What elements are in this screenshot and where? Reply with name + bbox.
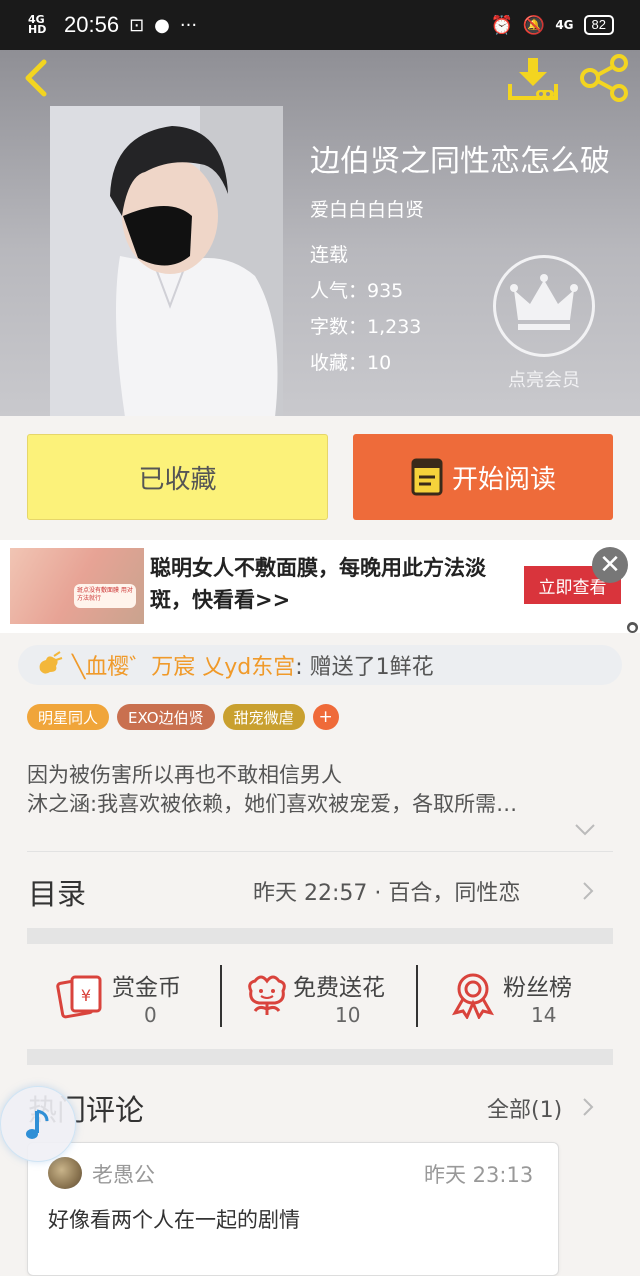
gift-text: : 赠送了1鲜花 [295,655,434,680]
word-count: 字数：1,233 [310,316,422,338]
start-reading-button[interactable]: 开始阅读 [353,434,613,520]
music-player-button[interactable] [0,1086,76,1162]
red-envelope-icon: ¥ [56,975,102,1019]
comment-card[interactable]: 老愚公 昨天 23:13 好像看两个人在一起的剧情 [27,1142,559,1276]
flower-icon [39,651,63,674]
book-icon [411,458,443,496]
favorites-count: 收藏：10 [310,352,392,374]
tag-item[interactable]: EXO边伯贤 [117,704,215,730]
book-header: 边伯贤之同性恋怎么破 爱白白白白贤 连载 人气：935 字数：1,233 收藏：… [0,50,640,416]
stat-value: 14 [531,1003,557,1027]
gift-user[interactable]: ╲血樱゛万宸 乂yd东宫 [72,649,295,681]
favorited-button[interactable]: 已收藏 [27,434,328,520]
stat-label: 免费送花 [293,975,385,1001]
tag-list: 明星同人 EXO边伯贤 甜宠微虐 + [27,704,339,730]
toc-title[interactable]: 目录 [28,871,86,913]
close-icon[interactable]: ✕ [592,547,628,583]
intro-line: 沐之涵:我喜欢被依赖，她们喜欢被宠爱，各取所需… [27,792,518,816]
battery-indicator: 82 [583,15,614,35]
wechat-icon: ● [154,14,170,36]
comment-time: 昨天 23:13 [424,1163,534,1187]
book-status: 连载 [310,244,349,266]
section-divider [27,1049,613,1065]
comment-user[interactable]: 老愚公 [92,1159,155,1189]
book-intro[interactable]: 因为被伤害所以再也不敢相信男人 沐之涵:我喜欢被依赖，她们喜欢被宠爱，各取所需… [27,761,613,819]
section-divider [27,928,613,944]
chevron-right-icon[interactable] [582,881,594,901]
all-comments-link[interactable]: 全部(1) [487,1092,562,1124]
stat-separator [416,965,418,1027]
gift-banner: ╲血樱゛万宸 乂yd东宫 : 赠送了1鲜花 [18,645,622,685]
more-icon: ··· [179,14,198,36]
flower-icon [248,975,286,1015]
stat-value: 10 [335,1003,361,1027]
book-title: 边伯贤之同性恋怎么破 [310,144,610,179]
mute-icon: 🔕 [522,14,546,36]
download-icon[interactable] [506,54,560,102]
book-cover[interactable] [50,106,283,416]
tag-item[interactable]: 明星同人 [27,704,110,730]
crown-icon [510,274,578,330]
intro-line: 因为被伤害所以再也不敢相信男人 [27,763,342,787]
stat-separator [220,965,222,1027]
fans-ranking-button[interactable]: 粉丝榜 14 [451,965,591,1029]
divider [27,851,613,852]
network-indicator: 4G HD [28,13,47,36]
medal-icon [451,973,495,1019]
share-icon[interactable] [578,54,632,102]
chevron-right-icon[interactable] [582,1097,594,1117]
comment-text: 好像看两个人在一起的剧情 [48,1208,300,1232]
vip-label[interactable]: 点亮会员 [496,366,592,392]
clock: 20:56 [64,12,120,37]
ad-info-icon: ● [627,622,638,633]
stat-label: 粉丝榜 [503,975,572,1001]
stat-label: 赏金币 [112,975,181,1001]
ad-image-caption: 斑点没有敷面膜 用对方法就行 [74,584,136,608]
cover-illustration [50,106,283,416]
chevron-down-icon[interactable] [574,823,596,837]
toc-meta[interactable]: 昨天 22:57 · 百合，同性恋 [253,875,520,907]
alarm-icon: ⏰ [490,14,513,36]
add-tag-button[interactable]: + [312,704,339,730]
ad-image: 斑点没有敷面膜 用对方法就行 [10,548,144,624]
start-reading-label: 开始阅读 [451,464,556,495]
stat-value: 0 [144,1003,157,1027]
vip-button[interactable] [493,255,595,357]
notification-icon: ⊡ [129,14,145,36]
tag-item[interactable]: 甜宠微虐 [222,704,305,730]
back-icon[interactable] [16,56,60,100]
svg-text:¥: ¥ [81,986,91,1005]
music-note-icon [26,1109,49,1139]
popularity-count: 人气：935 [310,280,404,302]
book-author[interactable]: 爱白白白白贤 [310,195,424,222]
free-flower-button[interactable]: 免费送花 10 [243,965,413,1029]
ad-text: 聪明女人不敷面膜，每晚用此方法淡斑，快看看>> [150,556,486,612]
status-bar: 4G HD 20:56 ⊡ ● ··· ⏰ 🔕 4G 82 [0,0,640,50]
signal-icon: 4G [555,18,574,32]
reward-coins-button[interactable]: ¥ 赏金币 0 [56,965,206,1029]
